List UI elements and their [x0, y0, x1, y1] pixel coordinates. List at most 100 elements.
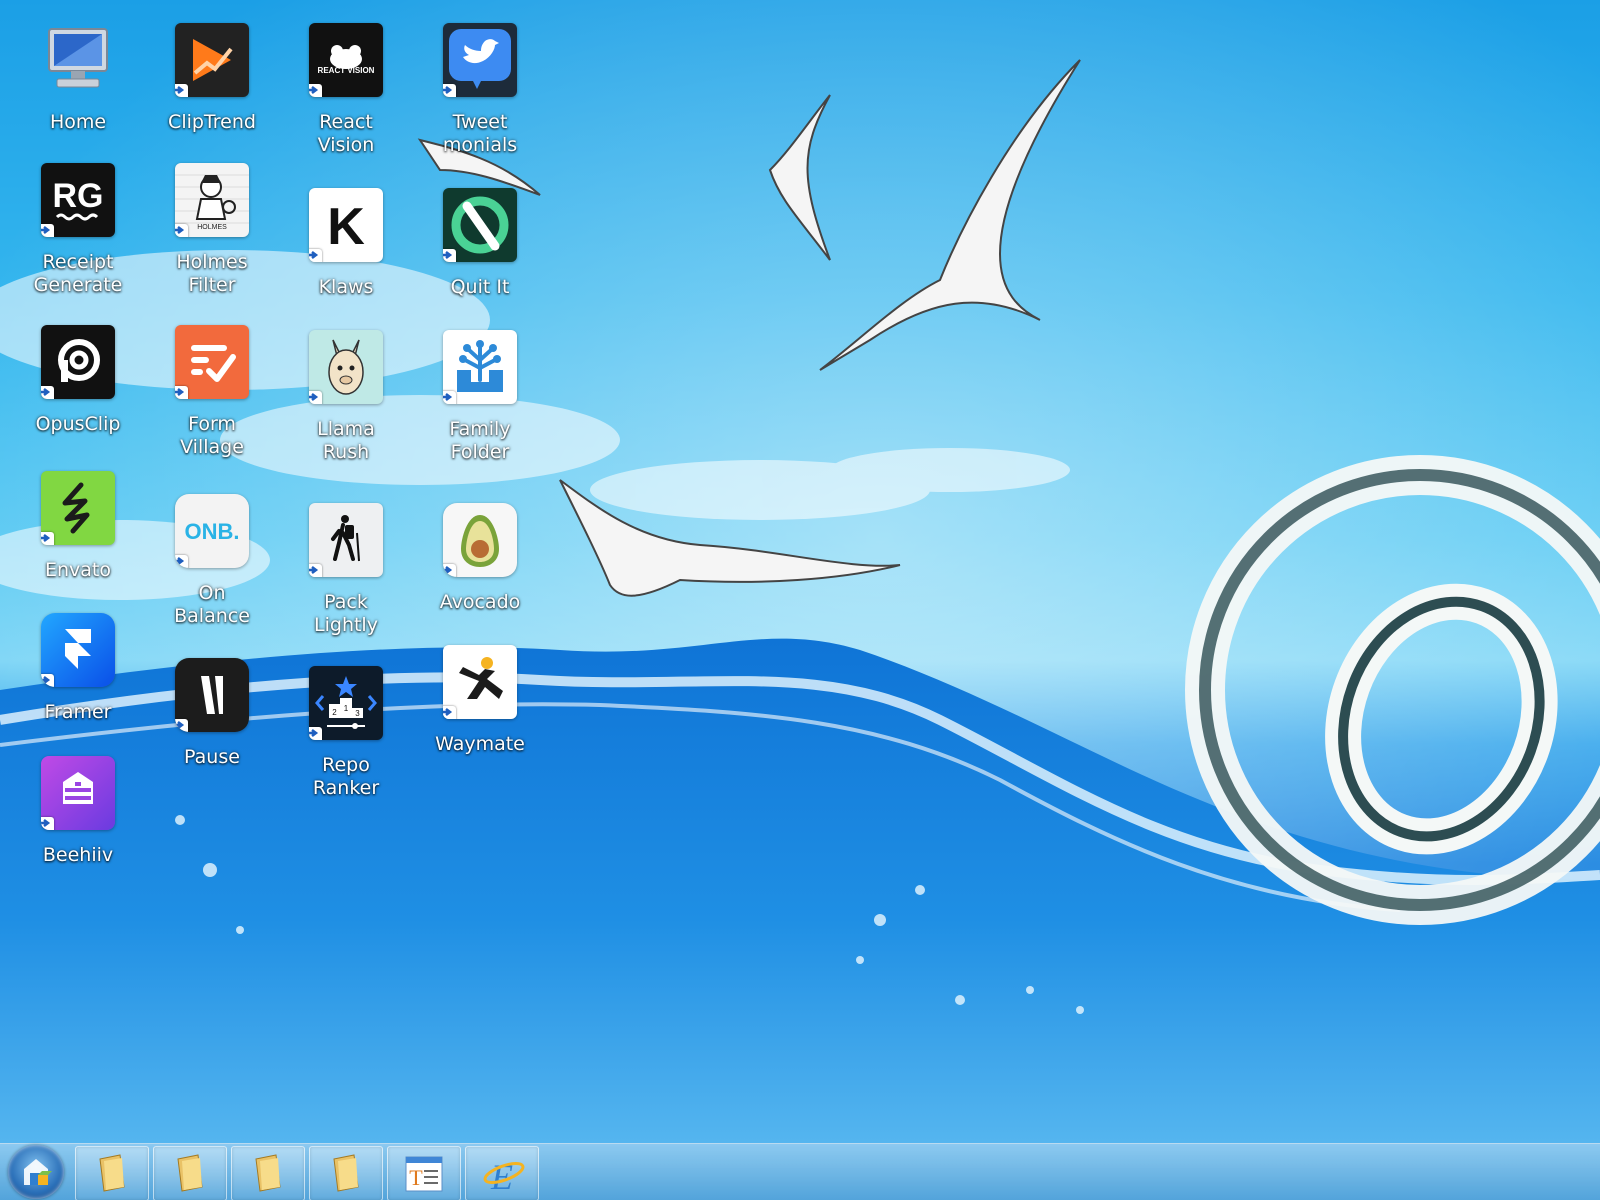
taskbar-button-text-editor[interactable]: T [387, 1146, 461, 1200]
shortcut-arrow-icon [443, 706, 456, 719]
desktop-icon-label: Repo Ranker [312, 754, 380, 799]
desktop-icon-klaws[interactable]: K Klaws [281, 188, 411, 299]
desktop-icon-framer[interactable]: Framer [13, 613, 143, 724]
desktop-icon-label: Envato [44, 559, 111, 581]
desktop-icon-label: Quit It [450, 276, 510, 298]
file-explorer-folder-icon [99, 1154, 125, 1192]
internet-explorer-icon: E [483, 1157, 525, 1197]
desktop-icon-label: Avocado [439, 591, 521, 613]
quit-it-icon [443, 188, 517, 262]
desktop-icon-llama-rush[interactable]: Llama Rush [281, 330, 411, 464]
desktop-icon-label: Framer [44, 701, 112, 723]
shortcut-arrow-icon [309, 727, 322, 740]
desktop-icon-envato[interactable]: Envato [13, 471, 143, 582]
shortcut-arrow-icon [443, 84, 456, 97]
desktop-icon-label: Home [49, 111, 107, 133]
desktop-icon-form-village[interactable]: Form Village [147, 325, 277, 459]
desktop-icon-react-vision[interactable]: REACT VISION React Vision [281, 23, 411, 157]
shortcut-arrow-icon [175, 555, 188, 568]
desktop-icon-quit-it[interactable]: Quit It [415, 188, 545, 299]
waymate-icon [443, 645, 517, 719]
taskbar-button-file-explorer[interactable] [153, 1146, 227, 1200]
start-button[interactable] [8, 1145, 64, 1199]
desktop-icon-beehiiv[interactable]: Beehiiv [13, 756, 143, 867]
text-editor-letter: T [409, 1165, 423, 1190]
shortcut-arrow-icon [443, 391, 456, 404]
desktop-icon-on-balance[interactable]: ONB. On Balance [147, 494, 277, 628]
desktop-icon-avocado[interactable]: Avocado [415, 503, 545, 614]
receipt-rg-text: RG [53, 177, 104, 215]
podium-2-text: 2 [332, 708, 337, 717]
desktop-icon-label: Beehiiv [42, 844, 114, 866]
shortcut-arrow-icon [41, 532, 54, 545]
shortcut-arrow-icon [175, 224, 188, 237]
podium-1-text: 1 [344, 704, 349, 713]
envato-icon [41, 471, 115, 545]
shortcut-arrow-icon [309, 391, 322, 404]
receipt-generator-rg-icon: RG [41, 163, 115, 237]
desktop-icon-label: Holmes Filter [176, 251, 248, 296]
start-orb-icon [24, 1159, 52, 1185]
shortcut-arrow-icon [41, 674, 54, 687]
family-folder-tree-icon [443, 330, 517, 404]
repo-ranker-podium-icon: 2 1 3 [309, 666, 383, 740]
desktop-icon-label: Receipt Generate [33, 251, 123, 296]
klaws-text: K [327, 198, 365, 256]
llama-rush-icon [309, 330, 383, 404]
klaws-k-icon: K [309, 188, 383, 262]
shortcut-arrow-icon [175, 386, 188, 399]
opusclip-icon [41, 325, 115, 399]
shortcut-arrow-icon [41, 386, 54, 399]
onb-text: ONB. [185, 519, 240, 544]
desktop-icon-holmes-filter[interactable]: HOLMES Holmes Filter [147, 163, 277, 297]
desktop-icon-label: Family Folder [449, 418, 511, 463]
desktop-icon-label: ClipTrend [168, 111, 256, 133]
shortcut-arrow-icon [41, 224, 54, 237]
desktop-icon-label: Pause [184, 746, 240, 768]
taskbar: T E [0, 1143, 1600, 1200]
taskbar-button-internet-explorer[interactable]: E [465, 1146, 539, 1200]
desktop-icon-label: Form Village [180, 413, 244, 458]
desktop-icon-pause[interactable]: Pause [147, 658, 277, 769]
react-vision-app-icon: REACT VISION [309, 23, 383, 97]
desktop-icon-tweetmonials[interactable]: Tweet monials [415, 23, 545, 157]
desktop-icon-home[interactable]: Home [13, 23, 143, 134]
desktop-icon-label: OpusClip [35, 413, 121, 435]
shortcut-arrow-icon [309, 84, 322, 97]
holmes-text: HOLMES [197, 224, 227, 231]
react-vision-text: REACT VISION [318, 66, 375, 75]
file-explorer-folder-icon [333, 1154, 359, 1192]
tweetmonials-bird-icon [443, 23, 517, 97]
taskbar-button-file-explorer[interactable] [75, 1146, 149, 1200]
desktop-icon-label: React Vision [317, 111, 375, 156]
desktop-icon-label: Waymate [435, 733, 525, 755]
desktop-icon-label: Tweet monials [442, 111, 518, 156]
pack-lightly-hiker-icon [309, 503, 383, 577]
shortcut-arrow-icon [443, 564, 456, 577]
desktop[interactable]: Home RG Receipt Generate OpusClip Envato… [0, 0, 1600, 1200]
desktop-icon-opusclip[interactable]: OpusClip [13, 325, 143, 436]
cliptrend-app-icon [175, 23, 249, 97]
desktop-icon-family-folder[interactable]: Family Folder [415, 330, 545, 464]
desktop-icon-label: Pack Lightly [314, 591, 378, 636]
shortcut-arrow-icon [175, 84, 188, 97]
shortcut-arrow-icon [41, 817, 54, 830]
taskbar-button-file-explorer[interactable] [231, 1146, 305, 1200]
on-balance-onb-icon: ONB. [175, 494, 249, 568]
taskbar-button-file-explorer[interactable] [309, 1146, 383, 1200]
holmes-filter-detective-icon: HOLMES [175, 163, 249, 237]
form-village-icon [175, 325, 249, 399]
desktop-icon-cliptrend[interactable]: ClipTrend [147, 23, 277, 134]
computer-monitor-icon [41, 23, 115, 97]
desktop-icon-pack-lightly[interactable]: Pack Lightly [281, 503, 411, 637]
desktop-icon-waymate[interactable]: Waymate [415, 645, 545, 756]
shortcut-arrow-icon [443, 249, 456, 262]
framer-icon [41, 613, 115, 687]
desktop-icon-label: Llama Rush [317, 418, 375, 463]
desktop-icon-repo-ranker[interactable]: 2 1 3 Repo Ranker [281, 666, 411, 800]
file-explorer-folder-icon [255, 1154, 281, 1192]
desktop-icon-receipt-generate[interactable]: RG Receipt Generate [13, 163, 143, 297]
shortcut-arrow-icon [309, 249, 322, 262]
pause-icon [175, 658, 249, 732]
shortcut-arrow-icon [309, 564, 322, 577]
